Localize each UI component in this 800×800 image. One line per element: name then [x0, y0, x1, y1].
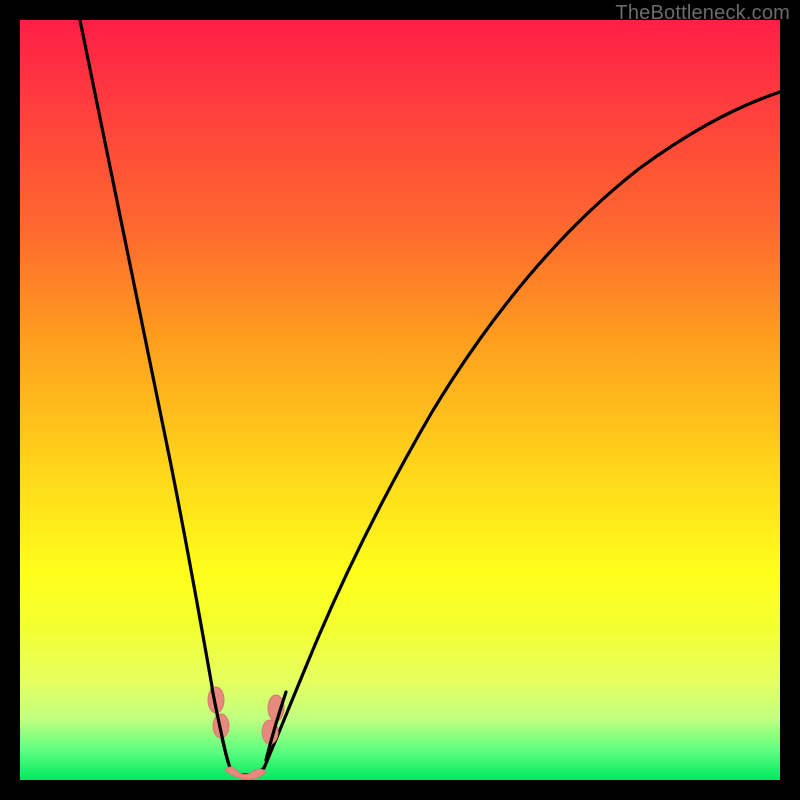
curve-layer — [20, 20, 780, 780]
chart-frame — [20, 20, 780, 780]
curve-bottom-blob — [225, 767, 266, 779]
bottleneck-curve — [80, 20, 780, 775]
